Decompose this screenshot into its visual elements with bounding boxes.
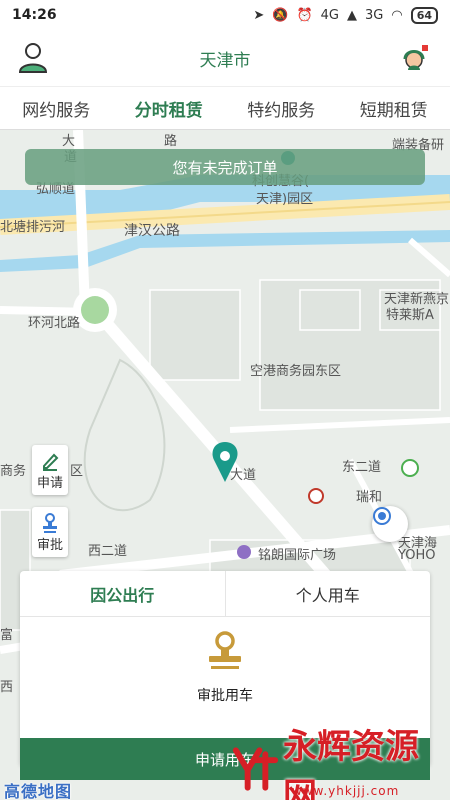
- map-label-konggang-east: 空港商务园东区: [250, 364, 342, 379]
- status-icons: ➤ 🔕 ⏰ 4G ▲ 3G ◠ 64: [253, 6, 438, 24]
- map-label-xierdao: 西二道: [88, 544, 128, 559]
- battery-icon: 64: [410, 6, 438, 24]
- locate-icon: [373, 507, 391, 525]
- signal-3g-label: 3G: [364, 7, 384, 23]
- service-tabs: 网约服务 分时租赁 特约服务 短期租赁: [0, 86, 450, 130]
- map-label-mingleng-plaza: 铭朗国际广场: [258, 548, 337, 563]
- signal-4g-label: 4G: [320, 7, 339, 23]
- approve-button[interactable]: 审批: [32, 507, 68, 557]
- apply-label: 申请: [36, 475, 63, 491]
- trip-type-tabs: 因公出行 个人用车: [20, 571, 430, 617]
- tab-time-share-rental[interactable]: 分时租赁: [113, 87, 226, 129]
- status-time: 14:26: [12, 7, 57, 23]
- map-label-huanhe-road: 环河北路: [28, 316, 81, 331]
- map-label-park-2: 天津)园区: [256, 192, 314, 207]
- watermark-logo-icon: [232, 747, 279, 791]
- approve-label: 审批: [36, 537, 63, 553]
- map-label-jinhan-road: 津汉公路: [124, 223, 180, 239]
- amap-logo: 高德地图: [4, 782, 73, 800]
- map-label-dongerdao: 东二道: [342, 460, 382, 475]
- navigation-icon: ➤: [253, 7, 265, 23]
- map-label-shangwu: 商务: [0, 464, 27, 479]
- app-header: 天津市: [0, 30, 450, 86]
- map-label-beitang-canal: 北塘排污河: [0, 220, 66, 235]
- approve-car-option[interactable]: 审批用车: [20, 631, 430, 705]
- status-bar: 14:26 ➤ 🔕 ⏰ 4G ▲ 3G ◠ 64: [0, 0, 450, 30]
- city-selector[interactable]: 天津市: [200, 46, 251, 71]
- edit-icon: [40, 450, 60, 472]
- map-label-ruihe: 瑞和: [356, 490, 383, 505]
- tab-business-trip[interactable]: 因公出行: [20, 571, 226, 616]
- map-label-road-2: 路: [164, 134, 178, 149]
- wifi-icon: ◠: [391, 7, 403, 23]
- unfinished-order-banner[interactable]: 您有未完成订单: [25, 149, 425, 185]
- map-label-dadao: 大道: [230, 468, 257, 483]
- tab-special-service[interactable]: 特约服务: [225, 87, 338, 129]
- map-label-fu: 富: [0, 628, 14, 643]
- map-label-yoho: YOHO: [398, 548, 436, 563]
- watermark: 永辉资源网 www.yhkjjj.com: [228, 727, 450, 800]
- tab-personal-car[interactable]: 个人用车: [226, 571, 431, 616]
- apply-button[interactable]: 申请: [32, 445, 68, 495]
- signal-icon: ▲: [346, 7, 357, 23]
- mute-icon: 🔕: [272, 7, 289, 23]
- map-label-telaisi: 特莱斯A: [386, 308, 434, 323]
- tab-ride-hailing[interactable]: 网约服务: [0, 87, 113, 129]
- approve-car-label: 审批用车: [197, 688, 253, 704]
- tab-short-term-rental[interactable]: 短期租赁: [338, 87, 450, 129]
- alarm-icon: ⏰: [296, 7, 313, 23]
- customer-service-icon[interactable]: [402, 44, 430, 74]
- stamp-icon: [40, 512, 60, 534]
- map-label-qu: 区: [70, 464, 84, 479]
- watermark-url: www.yhkjjj.com: [292, 784, 400, 798]
- approval-stamp-icon: [209, 631, 241, 669]
- map-label-xi: 西: [0, 680, 14, 695]
- user-avatar-icon[interactable]: [16, 40, 50, 74]
- locate-me-button[interactable]: [372, 506, 408, 542]
